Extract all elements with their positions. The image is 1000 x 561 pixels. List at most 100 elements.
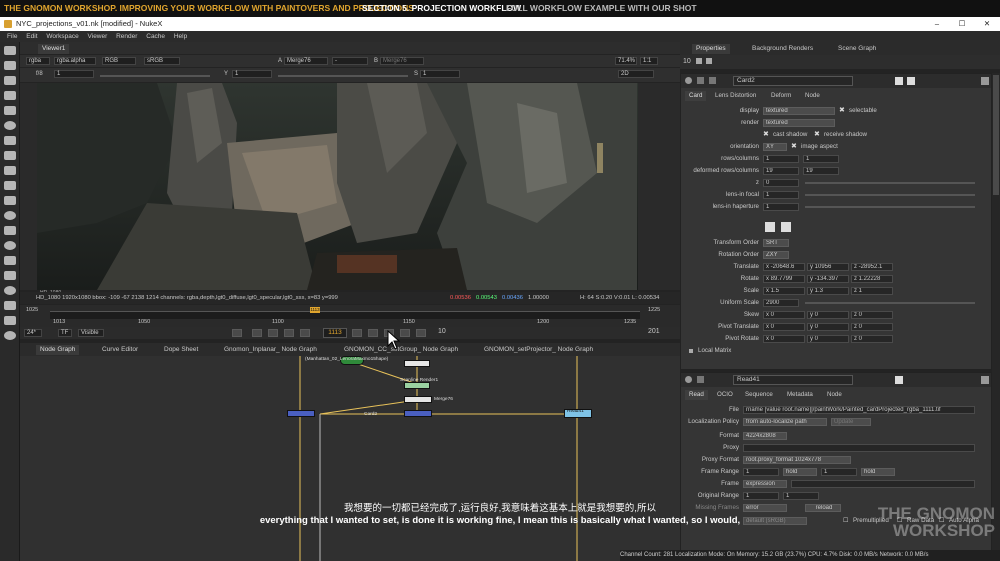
file-path-input[interactable]: rname [value root.name]]/paintWork/Paint… — [743, 406, 975, 414]
tab-metadata[interactable]: Metadata — [783, 390, 817, 400]
menu-edit[interactable]: Edit — [26, 33, 37, 40]
timeline-playhead[interactable]: 1113 — [310, 307, 320, 313]
menu-viewer[interactable]: Viewer — [88, 33, 108, 40]
image-tools-icon[interactable] — [4, 46, 16, 55]
update-button[interactable]: Update — [831, 418, 871, 426]
translate-y-input[interactable]: y 10956 — [807, 263, 849, 271]
views-tools-icon[interactable] — [4, 196, 16, 205]
lock-icon[interactable] — [696, 58, 702, 64]
channel-tools-icon[interactable] — [4, 91, 16, 100]
deformed-rows-input[interactable]: 19 — [763, 167, 799, 175]
receive-shadow-checkbox-icon[interactable]: ✖ — [814, 131, 820, 139]
other-tools-icon[interactable] — [4, 271, 16, 280]
tab-lens-distortion[interactable]: Lens Distortion — [711, 91, 760, 101]
gain-input[interactable]: 1 — [54, 70, 94, 78]
tab-card[interactable]: Card — [685, 91, 707, 101]
node-graph-canvas[interactable]: (Manhattan_02_LenoraMaxmo15hape) Scanlin… — [20, 356, 680, 561]
rotate-z-input[interactable]: z 1.22228 — [851, 275, 893, 283]
tab-dope-sheet[interactable]: Dope Sheet — [160, 345, 202, 355]
menu-help[interactable]: Help — [174, 33, 187, 40]
pencil-icon[interactable] — [706, 58, 712, 64]
rows-input[interactable]: 1 — [763, 155, 799, 163]
deformed-columns-input[interactable]: 19 — [803, 167, 839, 175]
play-backward-icon[interactable] — [300, 329, 310, 337]
filter-tools-icon[interactable] — [4, 121, 16, 130]
tab-setprojector-node-graph[interactable]: GNOMON_setProjector_ Node Graph — [480, 345, 597, 355]
skew-x-input[interactable]: x 0 — [763, 311, 805, 319]
plugins-tools-icon[interactable] — [4, 331, 16, 340]
scale-x-input[interactable]: x 1.5 — [763, 287, 805, 295]
tf-select[interactable]: TF — [58, 329, 72, 337]
card2-name-field[interactable]: Card2 — [733, 76, 853, 86]
fps-select[interactable]: 24* — [24, 329, 42, 337]
transform-order-select[interactable]: SRT — [763, 239, 789, 247]
rotate-x-input[interactable]: x 89.7799 — [763, 275, 805, 283]
close-button[interactable]: ✕ — [980, 17, 994, 31]
gizmo-tools-icon[interactable] — [4, 316, 16, 325]
go-to-start-icon[interactable] — [252, 329, 262, 337]
read41-name-field[interactable]: Read41 — [733, 375, 853, 385]
read-center-node-icon[interactable] — [895, 376, 903, 384]
expand-arrow-icon[interactable] — [689, 349, 693, 353]
keyer-tools-icon[interactable] — [4, 136, 16, 145]
tab-scene-graph[interactable]: Scene Graph — [834, 44, 880, 54]
lens-focal-slider[interactable] — [805, 194, 975, 196]
ratio-select[interactable]: 1:1 — [640, 57, 658, 65]
frame-mode-select[interactable]: expression — [743, 480, 787, 488]
skew-z-input[interactable]: z 0 — [851, 311, 893, 319]
metadata-tools-icon[interactable] — [4, 211, 16, 220]
channels-select[interactable]: rgba — [26, 57, 50, 65]
read-panel-close-icon[interactable] — [981, 376, 989, 384]
tab-sequence[interactable]: Sequence — [741, 390, 777, 400]
tab-inplanar-node-graph[interactable]: Gnomon_Inplanar_ Node Graph — [220, 345, 321, 355]
tab-deform[interactable]: Deform — [767, 91, 795, 101]
zoom-select[interactable]: 71.4% — [615, 57, 637, 65]
tab-background-renders[interactable]: Background Renders — [748, 44, 817, 54]
color-tools-icon[interactable] — [4, 106, 16, 115]
draw-tools-icon[interactable] — [4, 61, 16, 70]
properties-scrollbar-thumb[interactable] — [993, 75, 999, 195]
rotate-y-input[interactable]: y -134.397 — [807, 275, 849, 283]
toolsets-icon[interactable] — [4, 226, 16, 235]
timeline-ruler[interactable] — [50, 311, 640, 319]
z-slider[interactable] — [805, 182, 975, 184]
columns-input[interactable]: 1 — [803, 155, 839, 163]
lens-haperture-slider[interactable] — [805, 206, 975, 208]
translate-z-input[interactable]: z -28952.1 — [851, 263, 893, 271]
range-select[interactable]: Visible — [78, 329, 104, 337]
float-panel-icon[interactable] — [709, 77, 716, 84]
tab-cc-setgroup-node-graph[interactable]: GNOMON_CC_setGroup_ Node Graph — [340, 345, 462, 355]
z-input[interactable]: 0 — [763, 179, 799, 187]
minimize-button[interactable]: – — [930, 17, 944, 31]
gamma-input[interactable]: 1 — [232, 70, 272, 78]
maximize-button[interactable]: ☐ — [955, 17, 969, 31]
format-select[interactable]: 4224x2808 — [743, 432, 787, 440]
proxy-path-input[interactable] — [743, 444, 975, 452]
tab-viewer1[interactable]: Viewer1 — [38, 44, 70, 54]
next-frame-icon[interactable] — [368, 329, 378, 337]
uniform-scale-slider[interactable] — [805, 302, 975, 304]
merge76-node[interactable] — [404, 396, 432, 403]
tab-read-node[interactable]: Node — [823, 390, 846, 400]
lens-focal-input[interactable]: 1 — [763, 191, 799, 199]
previous-keyframe-icon[interactable] — [268, 329, 278, 337]
scanline-render-node[interactable] — [404, 382, 430, 389]
frame-end-mode-select[interactable]: hold — [861, 468, 895, 476]
particles-tools-icon[interactable] — [4, 241, 16, 250]
current-frame-input[interactable]: 1113 — [323, 328, 347, 338]
pivot-rotate-z-input[interactable]: z 0 — [851, 335, 893, 343]
original-end-input[interactable]: 1 — [783, 492, 819, 500]
pivot-translate-z-input[interactable]: z 0 — [851, 323, 893, 331]
read-node-color-icon[interactable] — [697, 376, 704, 383]
input-b-select[interactable]: Merge76 — [380, 57, 424, 65]
end-frame-value[interactable]: 201 — [648, 328, 660, 335]
3d-tools-icon[interactable] — [4, 181, 16, 190]
tab-curve-editor[interactable]: Curve Editor — [98, 345, 142, 355]
scale-y-input[interactable]: y 1.3 — [807, 287, 849, 295]
node-color-icon[interactable] — [697, 77, 704, 84]
transform-tools-icon[interactable] — [4, 166, 16, 175]
original-start-input[interactable]: 1 — [743, 492, 779, 500]
properties-scrollbar[interactable] — [992, 73, 1000, 550]
cast-shadow-checkbox-icon[interactable]: ✖ — [763, 131, 769, 139]
input-a-select[interactable]: Merge76 — [284, 57, 328, 65]
